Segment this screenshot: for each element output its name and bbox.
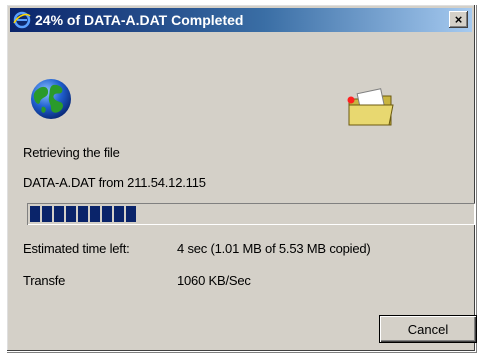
progress-block	[126, 206, 136, 222]
download-progress-bar	[27, 203, 475, 225]
progress-block	[66, 206, 76, 222]
progress-block	[114, 206, 124, 222]
folder-icon	[347, 88, 394, 126]
cancel-button[interactable]: Cancel	[379, 315, 477, 343]
time-left-label: Estimated time left:	[23, 241, 130, 256]
progress-fill	[30, 206, 472, 222]
download-dialog: 24% of DATA-A.DAT Completed × Retrieving…	[6, 4, 477, 352]
ie-icon	[13, 11, 31, 29]
progress-block	[54, 206, 64, 222]
transfer-rate-value: 1060 KB/Sec	[177, 273, 251, 288]
close-icon: ×	[454, 12, 463, 27]
window-title: 24% of DATA-A.DAT Completed	[35, 12, 244, 28]
progress-block	[42, 206, 52, 222]
source-file-text: DATA-A.DAT from 211.54.12.115	[23, 175, 206, 190]
close-button[interactable]: ×	[449, 11, 468, 28]
progress-block	[30, 206, 40, 222]
title-bar[interactable]: 24% of DATA-A.DAT Completed ×	[10, 8, 472, 32]
progress-block	[78, 206, 88, 222]
time-left-value: 4 sec (1.01 MB of 5.53 MB copied)	[177, 241, 371, 256]
progress-block	[102, 206, 112, 222]
status-action-text: Retrieving the file	[23, 145, 120, 160]
transfer-rate-label: Transfe	[23, 273, 66, 288]
globe-icon	[31, 79, 71, 119]
progress-block	[90, 206, 100, 222]
